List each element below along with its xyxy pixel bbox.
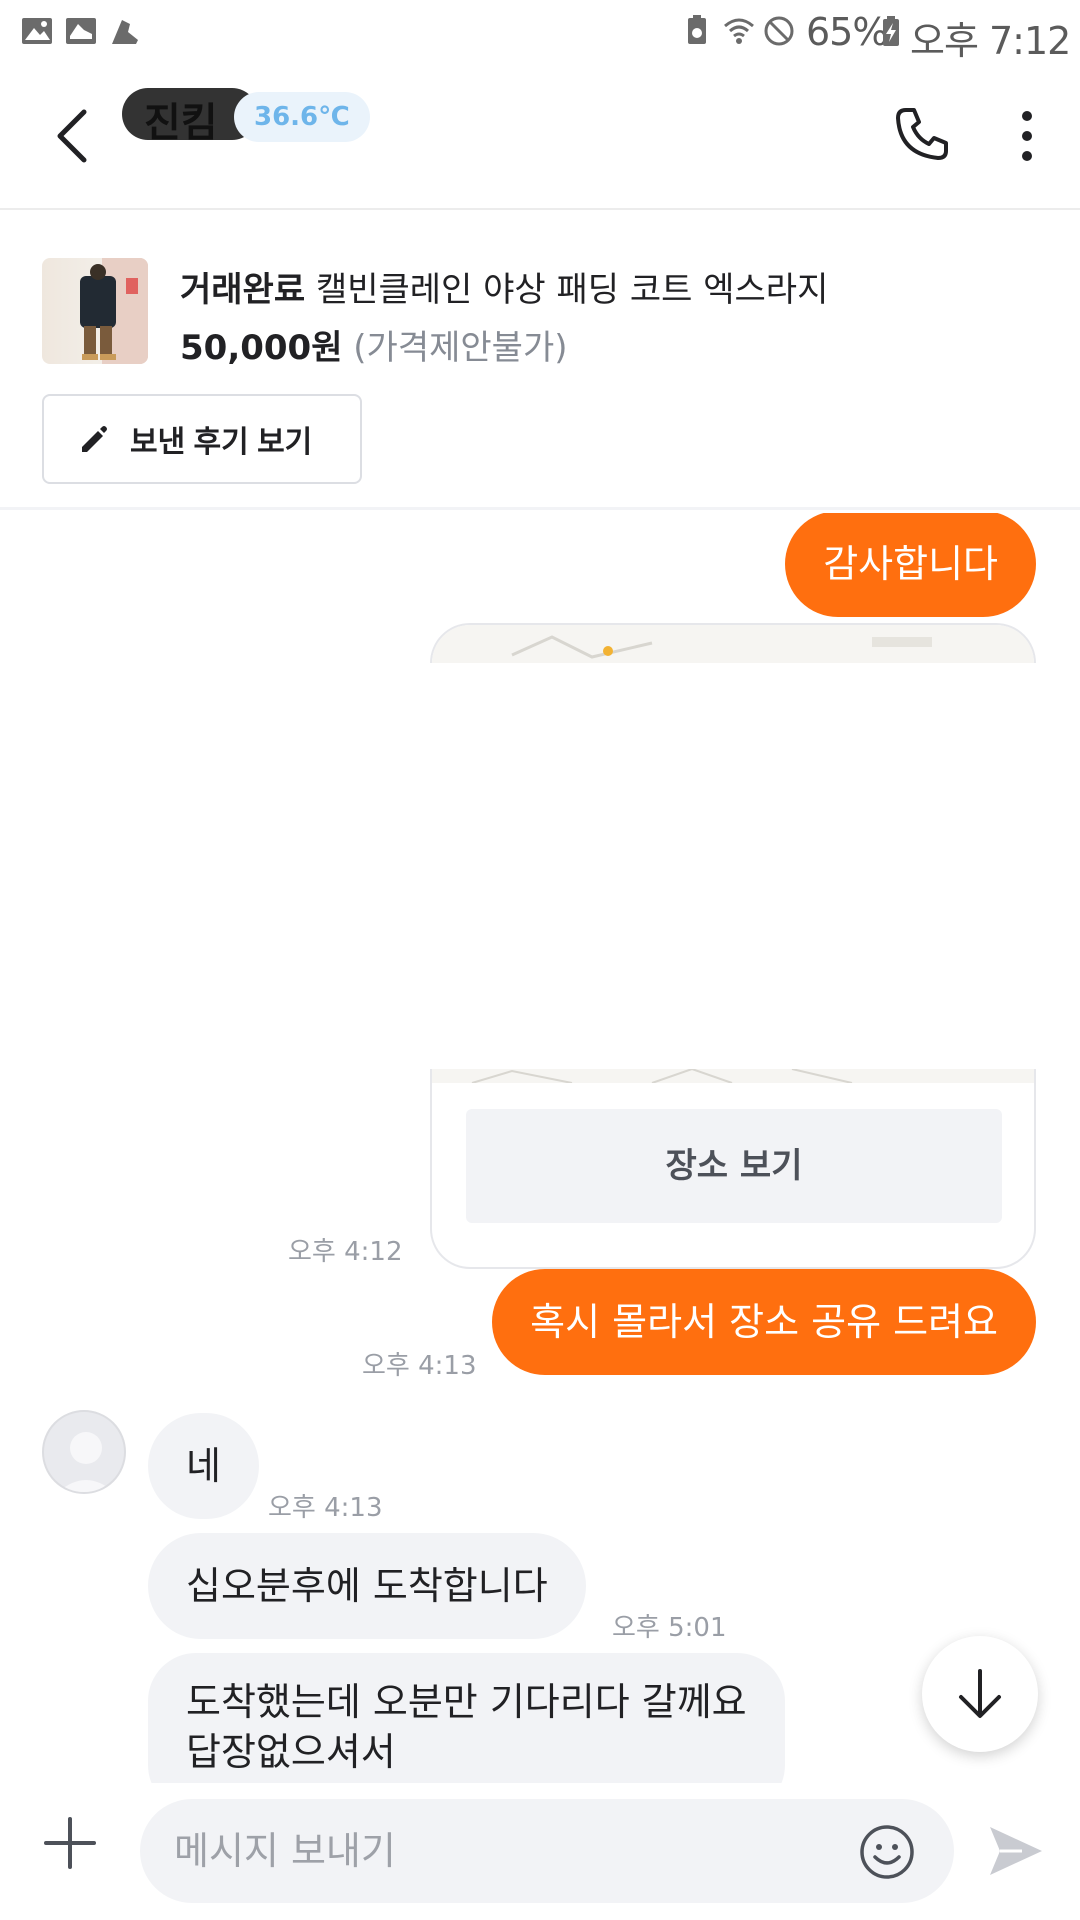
map-image bbox=[432, 625, 1034, 663]
more-vertical-icon[interactable] bbox=[1012, 108, 1042, 164]
gallery-icon bbox=[22, 18, 52, 44]
send-icon[interactable] bbox=[986, 1823, 1046, 1879]
message-time: 오후 4:13 bbox=[268, 1493, 383, 1523]
default-profile-icon bbox=[58, 1432, 114, 1492]
message-time: 오후 5:01 bbox=[612, 1613, 727, 1643]
shoe-icon bbox=[66, 18, 96, 44]
chat-header: 진킴 36.6℃ bbox=[0, 64, 1080, 210]
clock: 오후 7:12 bbox=[910, 19, 1071, 63]
map-image-bottom bbox=[432, 1069, 1034, 1083]
arrow-down-icon bbox=[959, 1669, 1001, 1718]
product-title: 캘빈클레인 야상 패딩 코트 엑스라지 bbox=[315, 270, 829, 310]
product-title-line[interactable]: 거래완료 캘빈클레인 야상 패딩 코트 엑스라지 bbox=[180, 262, 828, 311]
message-incoming[interactable]: 십오분후에 도착합니다 bbox=[148, 1533, 586, 1639]
message-outgoing[interactable]: 감사합니다 bbox=[785, 513, 1036, 617]
product-thumbnail[interactable] bbox=[42, 258, 148, 364]
avatar[interactable] bbox=[42, 1410, 126, 1494]
status-bar: 65% 오후 7:12 bbox=[0, 0, 1080, 64]
message-outgoing[interactable]: 혹시 몰라서 장소 공유 드려요 bbox=[492, 1269, 1036, 1375]
shoe-icon bbox=[112, 20, 138, 44]
pencil-icon bbox=[82, 426, 107, 452]
view-place-button[interactable]: 장소 보기 bbox=[466, 1109, 1002, 1223]
plus-icon[interactable] bbox=[40, 1813, 100, 1873]
place-map-preview[interactable] bbox=[430, 623, 1036, 663]
manner-temperature-badge: 36.6℃ bbox=[234, 92, 370, 142]
message-composer bbox=[0, 1783, 1080, 1920]
message-line: 답장없으셔서 bbox=[186, 1730, 396, 1774]
message-time: 오후 4:12 bbox=[288, 1237, 403, 1267]
message-incoming[interactable]: 도착했는데 오분만 기다리다 갈께요 답장없으셔서 bbox=[148, 1653, 785, 1783]
coat-photo bbox=[80, 258, 148, 364]
nickname[interactable]: 진킴 bbox=[144, 90, 218, 148]
message-input[interactable] bbox=[140, 1799, 954, 1903]
do-not-disturb-icon bbox=[764, 16, 794, 46]
wifi-icon bbox=[724, 18, 754, 44]
scroll-to-bottom-button[interactable] bbox=[922, 1636, 1038, 1752]
product-price: 50,000원 bbox=[180, 328, 343, 368]
message-line: 도착했는데 오분만 기다리다 갈께요 bbox=[186, 1680, 747, 1724]
emoji-icon[interactable] bbox=[858, 1823, 916, 1881]
battery-saver-icon bbox=[688, 15, 706, 44]
message-time: 오후 4:13 bbox=[362, 1351, 477, 1381]
sent-review-button[interactable]: 보낸 후기 보기 bbox=[42, 394, 362, 484]
chat-messages[interactable]: 감사합니다 장소 보기 오후 4:12 혹시 몰라서 장소 공유 드려요 오후 … bbox=[0, 513, 1080, 1783]
sent-review-label: 보낸 후기 보기 bbox=[130, 426, 313, 459]
place-card: 장소 보기 bbox=[430, 1069, 1036, 1269]
message-incoming[interactable]: 네 bbox=[148, 1413, 259, 1519]
back-icon[interactable] bbox=[52, 106, 92, 166]
product-price-line: 50,000원 (가격제안불가) bbox=[180, 320, 568, 369]
battery-icon bbox=[883, 16, 899, 46]
phone-icon[interactable] bbox=[892, 104, 952, 164]
product-summary: 거래완료 캘빈클레인 야상 패딩 코트 엑스라지 50,000원 (가격제안불가… bbox=[0, 210, 1080, 510]
trade-status: 거래완료 bbox=[180, 270, 306, 310]
price-note: (가격제안불가) bbox=[353, 328, 568, 368]
